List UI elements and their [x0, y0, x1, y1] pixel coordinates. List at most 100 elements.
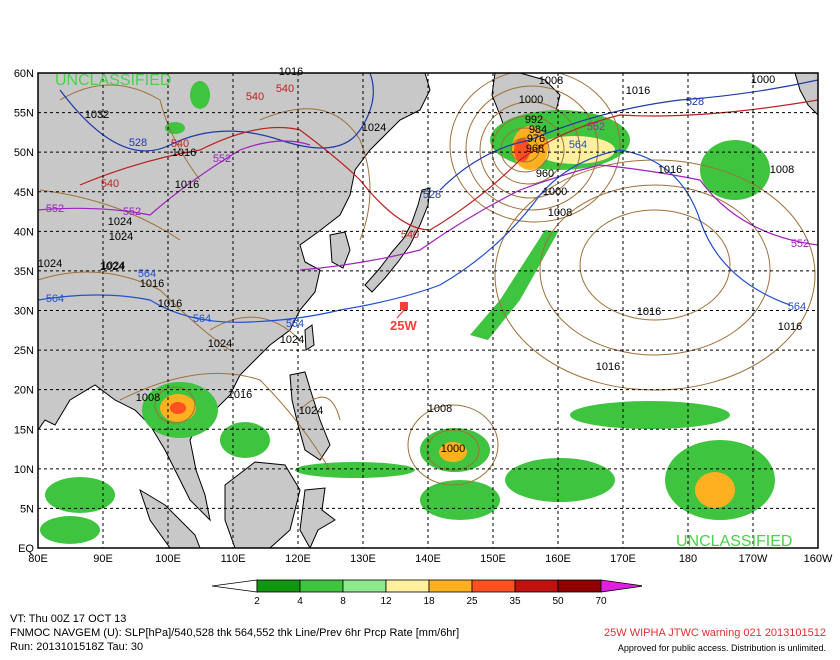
storm-label: 25W [390, 318, 417, 333]
thickness-label: 564 [788, 301, 806, 313]
thickness-label: 552 [587, 121, 605, 133]
isobar-label: 1024 [280, 334, 304, 346]
colorbar-segment [428, 579, 473, 593]
isobar-label: 1008 [136, 392, 160, 404]
isobar-label: 960 [536, 168, 554, 180]
isobar-label: 1024 [208, 338, 232, 350]
thickness-label: 552 [213, 153, 231, 165]
colorbar-label: 35 [509, 596, 521, 607]
precip-colorbar: 2 4 8 12 18 25 35 50 70 [211, 578, 645, 612]
thickness-label: 564 [286, 318, 304, 330]
thickness-label: 528 [686, 96, 704, 108]
latitude-label: 60N [14, 68, 34, 80]
colorbar-label: 4 [297, 596, 303, 607]
isobar-label: 1024 [109, 231, 133, 243]
colorbar-label: 25 [466, 596, 478, 607]
longitude-label: 170E [610, 553, 636, 565]
longitude-label: 150E [480, 553, 506, 565]
thickness-label: 528 [423, 189, 441, 201]
thickness-label: 564 [138, 268, 156, 280]
isobar-label: 1024 [362, 122, 386, 134]
thickness-label: 564 [46, 293, 64, 305]
thickness-label: 540 [401, 229, 419, 241]
isobar-label: 1000 [519, 94, 543, 106]
longitude-label: 110E [221, 553, 246, 565]
colorbar-label: 18 [423, 596, 435, 607]
latitude-label: 25N [14, 345, 34, 357]
run-info: Run: 2013101518Z Tau: 30 [10, 641, 144, 653]
isobar-label: 1024 [299, 405, 323, 417]
thickness-label: 552 [46, 203, 64, 215]
model-description: FNMOC NAVGEM (U): SLP[hPa]/540,528 thk 5… [10, 627, 460, 639]
colorbar-high-end [600, 579, 645, 593]
thickness-label: 552 [123, 206, 141, 218]
longitude-labels: 80E 90E 100E 110E 120E 130E 140E 150E 160E 170E 18… [28, 553, 833, 565]
taiwan-land [304, 324, 315, 351]
longitude-label: 160W [804, 553, 833, 565]
warning-info: 25W WIPHA JTWC warning 021 2013101512 [604, 627, 826, 639]
colorbar-label: 2 [254, 596, 260, 607]
longitude-label: 80E [28, 553, 48, 565]
isobar-label: 1008 [770, 164, 794, 176]
longitude-label: 170W [739, 553, 768, 565]
longitude-label: 90E [93, 553, 113, 565]
isobar-label: 1008 [428, 403, 452, 415]
thickness-label: 552 [791, 238, 809, 250]
isobar-label: 1000 [543, 186, 567, 198]
colorbar-segment [385, 579, 430, 593]
isobar-label: 1032 [85, 109, 109, 121]
weather-map: 60N55N50N45N40N35N30N25N20N15N10N5NEQ 80… [14, 66, 833, 565]
isobar-label: 1016 [637, 306, 661, 318]
colorbar-label: 70 [595, 596, 607, 607]
colorbar-label: 8 [340, 596, 346, 607]
thickness-label: 528 [129, 137, 147, 149]
isobar-label: 1008 [548, 207, 572, 219]
latitude-label: 45N [14, 187, 34, 199]
colorbar-segment [471, 579, 516, 593]
thickness-label: 564 [569, 139, 587, 151]
isobar-label: 1016 [175, 179, 199, 191]
colorbar-segment [256, 579, 301, 593]
isobar-label: 1016 [279, 66, 303, 78]
latitude-label: 35N [14, 266, 34, 278]
thickness-label: 540 [171, 138, 189, 150]
latitude-labels: 60N55N50N45N40N35N30N25N20N15N10N5NEQ [14, 68, 35, 555]
colorbar-label: 12 [380, 596, 392, 607]
colorbar-segment [299, 579, 344, 593]
isobar-label: 1016 [228, 389, 252, 401]
longitude-label: 100E [155, 553, 181, 565]
isobar-label: 1016 [596, 361, 620, 373]
isobar-label: 1008 [539, 75, 563, 87]
colorbar-label: 50 [552, 596, 564, 607]
thickness-label: 564 [193, 313, 211, 325]
isobar-label: 1024 [38, 258, 62, 270]
latitude-label: 10N [14, 464, 34, 476]
longitude-label: 130E [350, 553, 376, 565]
isobar-label: 1016 [658, 164, 682, 176]
latitude-label: 50N [14, 147, 34, 159]
isobar-label: 1024 [100, 261, 124, 273]
thickness-label: 540 [276, 83, 294, 95]
latitude-label: 5N [20, 503, 34, 515]
latitude-label: 30N [14, 306, 34, 318]
thickness-label: 540 [101, 178, 119, 190]
colorbar-low-end [211, 579, 258, 593]
isobar-label: 1016 [778, 321, 802, 333]
latitude-label: 20N [14, 385, 34, 397]
isobar-label: 968 [526, 143, 544, 155]
colorbar-segment [557, 579, 602, 593]
longitude-label: 120E [285, 553, 311, 565]
distribution-statement: Approved for public access. Distribution… [617, 643, 826, 653]
latitude-label: 55N [14, 108, 34, 120]
longitude-label: 160E [545, 553, 571, 565]
colorbar-segment [342, 579, 387, 593]
isobar-label: 1016 [158, 298, 182, 310]
thickness-label: 540 [246, 91, 264, 103]
longitude-label: 140E [415, 553, 441, 565]
storm-position-icon [400, 302, 408, 310]
latitude-label: 15N [14, 424, 34, 436]
colorbar-segment [514, 579, 559, 593]
valid-time: VT: Thu 00Z 17 OCT 13 [10, 613, 127, 625]
isobar-label: 1016 [626, 85, 650, 97]
classification-bottom: UNCLASSIFIED [676, 533, 792, 550]
